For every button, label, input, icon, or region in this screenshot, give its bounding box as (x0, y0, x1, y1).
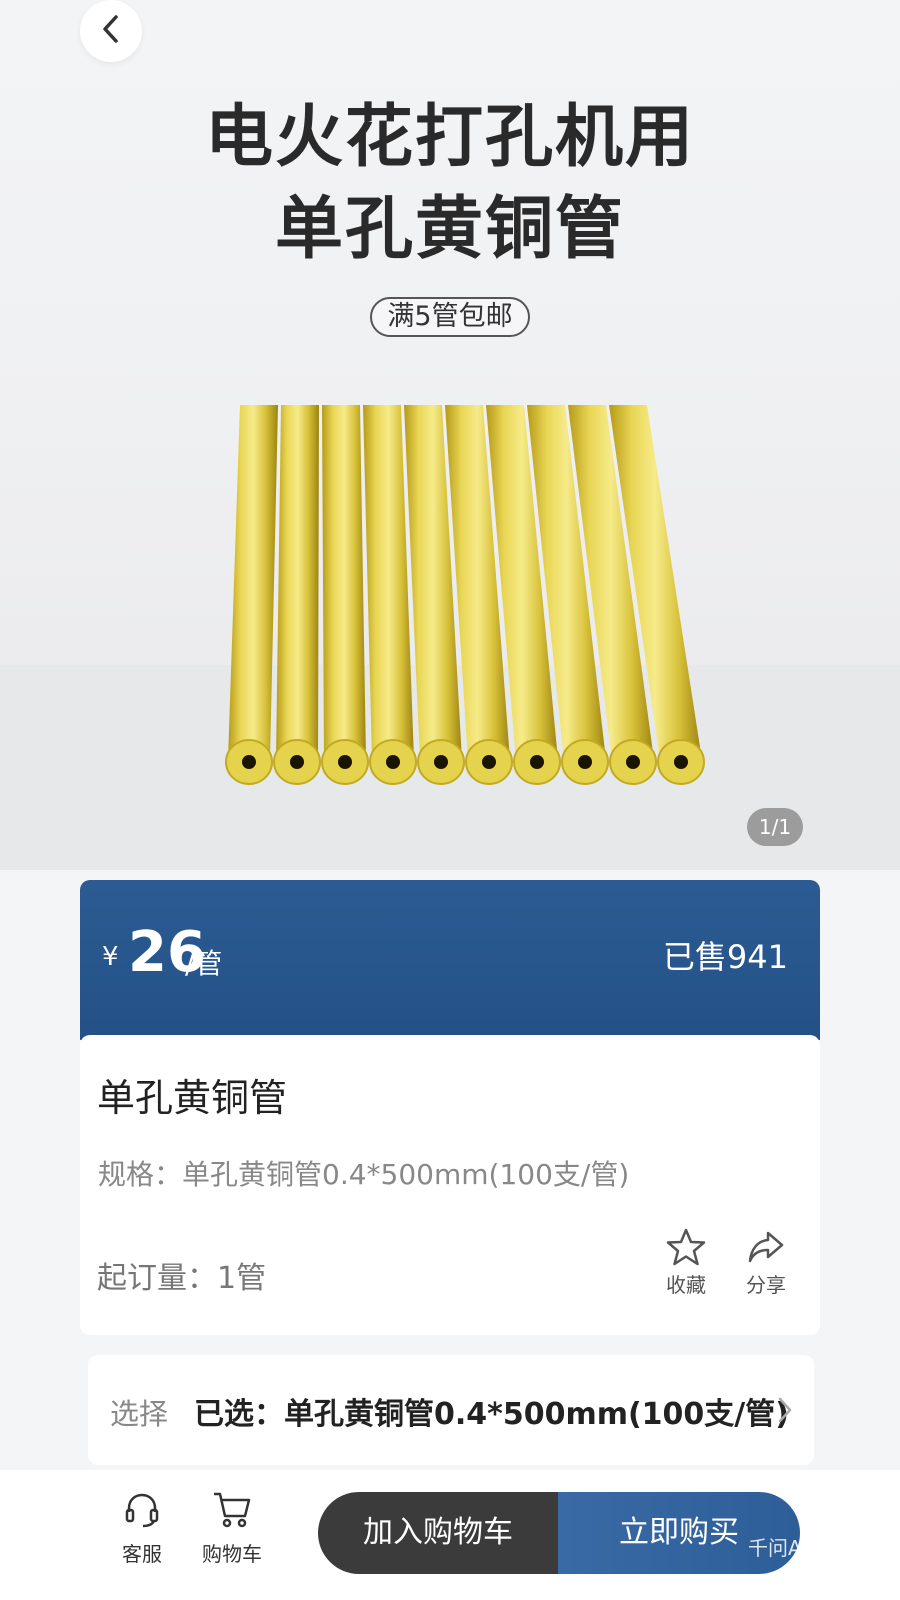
ai-watermark: 千问AI生成 (748, 1536, 848, 1560)
tube-hole (386, 755, 400, 769)
brass-tube (363, 405, 414, 760)
tube-hole (578, 755, 592, 769)
currency-symbol: ¥ (102, 942, 119, 972)
share-label: 分享 (746, 1273, 786, 1297)
tube-hole (434, 755, 448, 769)
tube-hole (482, 755, 496, 769)
product-name: 单孔黄铜管 (97, 1076, 288, 1120)
minimum-order-quantity: 起订量：1管 (97, 1261, 267, 1296)
tube-hole (338, 755, 352, 769)
image-page-indicator: 1/1 (747, 808, 803, 846)
back-button[interactable] (80, 0, 142, 62)
tube-hole (626, 755, 640, 769)
price-unit: /管 (185, 947, 223, 980)
tube-hole (674, 755, 688, 769)
hero-headline: 电火花打孔机用 单孔黄铜管 (0, 92, 900, 276)
price-bar: ¥ 26 /管 已售941 (80, 880, 820, 1040)
star-icon (658, 1227, 714, 1267)
brass-tube (322, 405, 366, 760)
shopping-cart-icon (211, 1492, 253, 1534)
chevron-left-icon (98, 12, 124, 50)
selected-spec: 已选：单孔黄铜管0.4*500mm(100支/管) (194, 1397, 789, 1432)
add-to-cart-button[interactable]: 加入购物车 (318, 1492, 558, 1574)
sold-count: 已售941 (662, 938, 788, 976)
select-label: 选择 (110, 1397, 169, 1431)
headset-icon (122, 1493, 162, 1534)
tube-hole (530, 755, 544, 769)
share-button[interactable]: 分享 (738, 1227, 794, 1298)
share-arrow-icon (738, 1227, 794, 1267)
service-label: 客服 (122, 1542, 162, 1566)
cart-label: 购物车 (202, 1542, 262, 1566)
spec-selector[interactable]: 选择 已选：单孔黄铜管0.4*500mm(100支/管) (88, 1355, 814, 1465)
brass-tube (276, 405, 319, 760)
brass-tube (228, 405, 278, 760)
customer-service-button[interactable]: 客服 (102, 1490, 182, 1567)
favorite-button[interactable]: 收藏 (658, 1227, 714, 1298)
headline-line-1: 电火花打孔机用 (204, 98, 695, 177)
favorite-label: 收藏 (666, 1273, 706, 1297)
product-info-card: 单孔黄铜管 规格：单孔黄铜管0.4*500mm(100支/管) 起订量：1管 收… (80, 1035, 820, 1335)
tube-hole (242, 755, 256, 769)
chevron-right-icon (776, 1395, 794, 1429)
product-spec: 规格：单孔黄铜管0.4*500mm(100支/管) (98, 1158, 630, 1191)
free-shipping-badge: 满5管包邮 (370, 297, 530, 337)
cart-button[interactable]: 购物车 (192, 1490, 272, 1567)
product-image[interactable] (190, 405, 710, 809)
headline-line-2: 单孔黄铜管 (274, 190, 625, 269)
tube-hole (290, 755, 304, 769)
